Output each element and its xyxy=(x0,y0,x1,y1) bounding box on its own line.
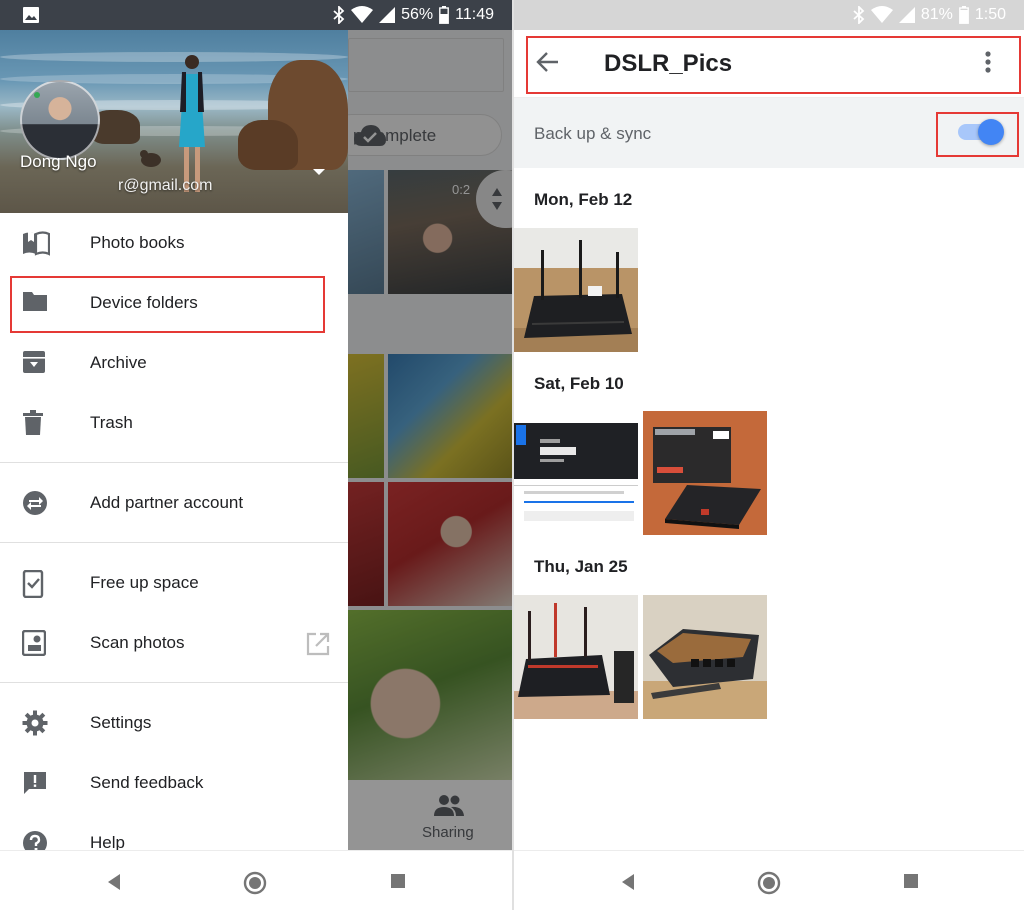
home-circle-icon[interactable] xyxy=(243,871,267,895)
page-title: DSLR_Pics xyxy=(604,50,733,77)
system-navigation-bar xyxy=(514,850,1024,910)
cell-signal-icon xyxy=(898,7,915,23)
photo-thumbnail[interactable] xyxy=(514,411,638,535)
chevron-down-icon[interactable] xyxy=(312,168,326,176)
image-icon xyxy=(22,6,40,24)
menu-item-device-folders[interactable]: Device folders xyxy=(0,275,348,331)
menu-item-scan-photos[interactable]: Scan photos xyxy=(0,615,348,671)
menu-item-label: Photo books xyxy=(90,233,185,252)
date-header: Sat, Feb 10 xyxy=(534,374,624,393)
menu-divider xyxy=(0,542,348,543)
left-screen: 56% 11:49 p complete 0:2 Sharing Dong Ng… xyxy=(0,0,512,910)
system-navigation-bar xyxy=(0,850,512,910)
menu-item-add-partner-account[interactable]: Add partner account xyxy=(0,475,348,531)
menu-item-label: Settings xyxy=(90,713,152,732)
menu-item-label: Trash xyxy=(90,413,133,432)
online-status-dot xyxy=(34,92,40,98)
backup-sync-label: Back up & sync xyxy=(534,124,652,143)
bluetooth-icon xyxy=(333,6,345,24)
status-time: 1:50 xyxy=(974,6,1006,23)
account-name: Dong Ngo xyxy=(20,152,97,171)
right-screen: 81% 1:50 DSLR_Pics Back up & sync Mon, F… xyxy=(514,0,1024,910)
bluetooth-icon xyxy=(853,6,865,24)
menu-item-photo-books[interactable]: Photo books xyxy=(0,215,348,271)
menu-item-settings[interactable]: Settings xyxy=(0,695,348,751)
feedback-icon xyxy=(22,770,48,796)
menu-item-free-up-space[interactable]: Free up space xyxy=(0,555,348,611)
account-header[interactable]: Dong Ngo r@gmail.com xyxy=(0,30,348,213)
menu-divider xyxy=(0,462,348,463)
menu-item-label: Archive xyxy=(90,353,147,372)
date-header: Thu, Jan 25 xyxy=(534,557,628,576)
menu-item-archive[interactable]: Archive xyxy=(0,335,348,391)
drawer-scrim[interactable] xyxy=(348,30,512,850)
menu-item-label: Scan photos xyxy=(90,633,185,652)
navigation-drawer: Dong Ngo r@gmail.com Photo books Device … xyxy=(0,0,348,850)
menu-item-label: Help xyxy=(90,833,125,850)
menu-item-label: Add partner account xyxy=(90,493,244,512)
open-external-icon xyxy=(306,632,330,656)
wifi-icon xyxy=(870,6,893,24)
photo-thumbnail[interactable] xyxy=(514,228,638,352)
menu-item-label: Device folders xyxy=(90,293,198,312)
photo-thumbnail[interactable] xyxy=(514,595,638,719)
cover-photo-dog xyxy=(140,150,161,167)
back-triangle-icon[interactable] xyxy=(618,871,640,893)
menu-item-send-feedback[interactable]: Send feedback xyxy=(0,755,348,811)
menu-divider xyxy=(0,682,348,683)
book-icon xyxy=(22,230,50,256)
recents-square-icon[interactable] xyxy=(901,871,923,893)
toggle-thumb xyxy=(978,119,1004,145)
menu-item-label: Send feedback xyxy=(90,773,204,792)
home-circle-icon[interactable] xyxy=(757,871,781,895)
wifi-icon xyxy=(351,6,374,24)
battery-percent: 56% xyxy=(401,6,434,23)
back-triangle-icon[interactable] xyxy=(104,871,126,893)
battery-icon xyxy=(958,6,969,24)
folder-icon xyxy=(22,290,48,316)
recents-square-icon[interactable] xyxy=(388,871,410,893)
avatar[interactable] xyxy=(20,80,100,160)
battery-icon xyxy=(439,6,450,24)
trash-icon xyxy=(22,410,48,436)
partner-swap-icon xyxy=(22,490,48,516)
phone-check-icon xyxy=(22,570,48,598)
archive-icon xyxy=(22,350,48,376)
photo-thumbnail[interactable] xyxy=(643,595,767,719)
scan-photos-icon xyxy=(22,630,48,656)
battery-percent: 81% xyxy=(920,6,953,23)
photo-thumbnail[interactable] xyxy=(643,411,767,535)
menu-item-help[interactable]: Help xyxy=(0,815,348,850)
help-icon xyxy=(22,830,48,850)
app-bar: DSLR_Pics xyxy=(514,30,1024,98)
more-vert-icon[interactable] xyxy=(984,50,992,74)
status-bar: 56% 11:49 xyxy=(0,0,512,30)
menu-item-trash[interactable]: Trash xyxy=(0,395,348,451)
date-header: Mon, Feb 12 xyxy=(534,190,633,209)
account-email: r@gmail.com xyxy=(118,177,213,194)
status-bar: 81% 1:50 xyxy=(514,0,1024,30)
cell-signal-icon xyxy=(379,7,396,23)
backup-sync-row[interactable]: Back up & sync xyxy=(514,98,1024,168)
backup-sync-toggle[interactable] xyxy=(954,119,1004,145)
menu-item-label: Free up space xyxy=(90,573,199,592)
settings-gear-icon xyxy=(22,710,48,736)
status-time: 11:49 xyxy=(455,6,494,23)
back-arrow-icon[interactable] xyxy=(536,51,560,73)
